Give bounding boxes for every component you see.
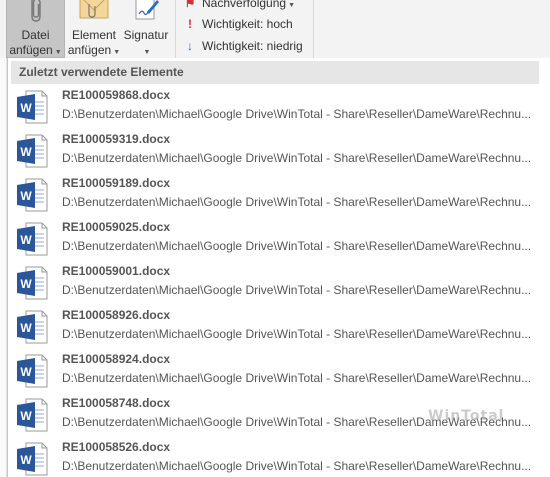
word-document-icon: W: [17, 90, 48, 124]
svg-text:W: W: [20, 321, 32, 335]
file-name: RE100058924.docx: [62, 352, 171, 366]
file-name: RE100059025.docx: [62, 220, 171, 234]
attach-file-button[interactable]: Datei anfügen ▼: [6, 0, 65, 58]
attach-item-label-line1: Element: [71, 28, 117, 42]
recent-items-header: Zuletzt verwendete Elemente: [11, 61, 539, 84]
svg-text:W: W: [20, 365, 32, 379]
word-document-icon: W: [17, 310, 48, 344]
word-document-icon: W: [17, 178, 48, 212]
word-document-icon: W: [17, 222, 48, 256]
word-document-icon: W: [17, 266, 48, 300]
file-path: D:\Benutzerdaten\Michael\Google Drive\Wi…: [62, 283, 532, 297]
word-document-icon: W: [17, 398, 48, 432]
file-name: RE100059189.docx: [62, 176, 171, 190]
svg-text:W: W: [20, 233, 32, 247]
svg-text:W: W: [20, 189, 32, 203]
chevron-down-icon: ▼: [54, 49, 62, 56]
file-name: RE100059868.docx: [62, 88, 171, 102]
file-name: RE100059319.docx: [62, 132, 171, 146]
file-path: D:\Benutzerdaten\Michael\Google Drive\Wi…: [62, 239, 532, 253]
file-path: D:\Benutzerdaten\Michael\Google Drive\Wi…: [62, 107, 532, 121]
ribbon-separator: [175, 0, 176, 58]
file-path: D:\Benutzerdaten\Michael\Google Drive\Wi…: [62, 459, 532, 473]
follow-up-button[interactable]: ⚑ Nachverfolgung ▼: [184, 0, 295, 11]
ribbon-separator: [313, 0, 314, 58]
svg-text:W: W: [20, 409, 32, 423]
list-item[interactable]: W RE100059189.docx D:\Benutzerdaten\Michae…: [8, 174, 550, 218]
list-item[interactable]: W RE100059319.docx D:\Benutzerdaten\Michae…: [8, 130, 550, 174]
chevron-down-icon: ▼: [113, 49, 121, 56]
attach-file-label-line1: Datei: [21, 28, 50, 42]
file-path: D:\Benutzerdaten\Michael\Google Drive\Wi…: [62, 151, 532, 165]
svg-text:W: W: [20, 145, 32, 159]
svg-text:W: W: [20, 277, 32, 291]
file-name: RE100058526.docx: [62, 440, 171, 454]
list-item[interactable]: W RE100058526.docx D:\Benutzerdaten\Michae…: [8, 438, 550, 477]
file-name: RE100058748.docx: [62, 396, 171, 410]
list-item[interactable]: W RE100059025.docx D:\Benutzerdaten\Michae…: [8, 218, 550, 262]
list-item[interactable]: W RE100058926.docx D:\Benutzerdaten\Michae…: [8, 306, 550, 350]
word-document-icon: W: [17, 134, 48, 168]
high-importance-label: Wichtigkeit: hoch: [202, 17, 293, 31]
attach-file-label-line2: anfügen: [9, 43, 53, 57]
down-arrow-icon: ↓: [187, 39, 193, 53]
exclamation-icon: !: [188, 17, 192, 31]
signature-button[interactable]: Signatur ▼: [121, 0, 171, 58]
word-document-icon: W: [17, 354, 48, 388]
signature-icon: [135, 0, 159, 20]
file-path: D:\Benutzerdaten\Michael\Google Drive\Wi…: [62, 371, 532, 385]
envelope-icon: [79, 0, 109, 19]
low-importance-label: Wichtigkeit: niedrig: [202, 39, 303, 53]
high-importance-button[interactable]: ! Wichtigkeit: hoch: [184, 16, 293, 32]
chevron-down-icon: ▼: [143, 49, 151, 56]
flag-icon: ⚑: [184, 0, 196, 10]
underlying-window-edge: [0, 58, 7, 477]
word-document-icon: W: [17, 442, 48, 476]
file-path: D:\Benutzerdaten\Michael\Google Drive\Wi…: [62, 327, 532, 341]
attach-item-label-line2: anfügen: [67, 43, 112, 57]
follow-up-label: Nachverfolgung: [202, 0, 287, 10]
watermark: WinTotal: [428, 408, 505, 424]
paperclip-icon: [30, 0, 41, 22]
file-name: RE100058926.docx: [62, 308, 171, 322]
attach-item-button[interactable]: Element anfügen ▼: [67, 0, 121, 58]
list-item[interactable]: W RE100058924.docx D:\Benutzerdaten\Michae…: [8, 350, 550, 394]
file-path: D:\Benutzerdaten\Michael\Google Drive\Wi…: [62, 195, 532, 209]
signature-label: Signatur: [123, 28, 169, 42]
file-name: RE100059001.docx: [62, 264, 171, 278]
chevron-down-icon: ▼: [288, 2, 295, 9]
list-item[interactable]: W RE100059001.docx D:\Benutzerdaten\Michae…: [8, 262, 550, 306]
ribbon: Datei anfügen ▼ Element anfügen ▼ Signatur…: [0, 0, 550, 58]
svg-text:W: W: [20, 101, 32, 115]
low-importance-button[interactable]: ↓ Wichtigkeit: niedrig: [184, 38, 303, 54]
svg-text:W: W: [20, 453, 32, 467]
list-item[interactable]: W RE100059868.docx D:\Benutzerdaten\Michae…: [8, 86, 550, 130]
